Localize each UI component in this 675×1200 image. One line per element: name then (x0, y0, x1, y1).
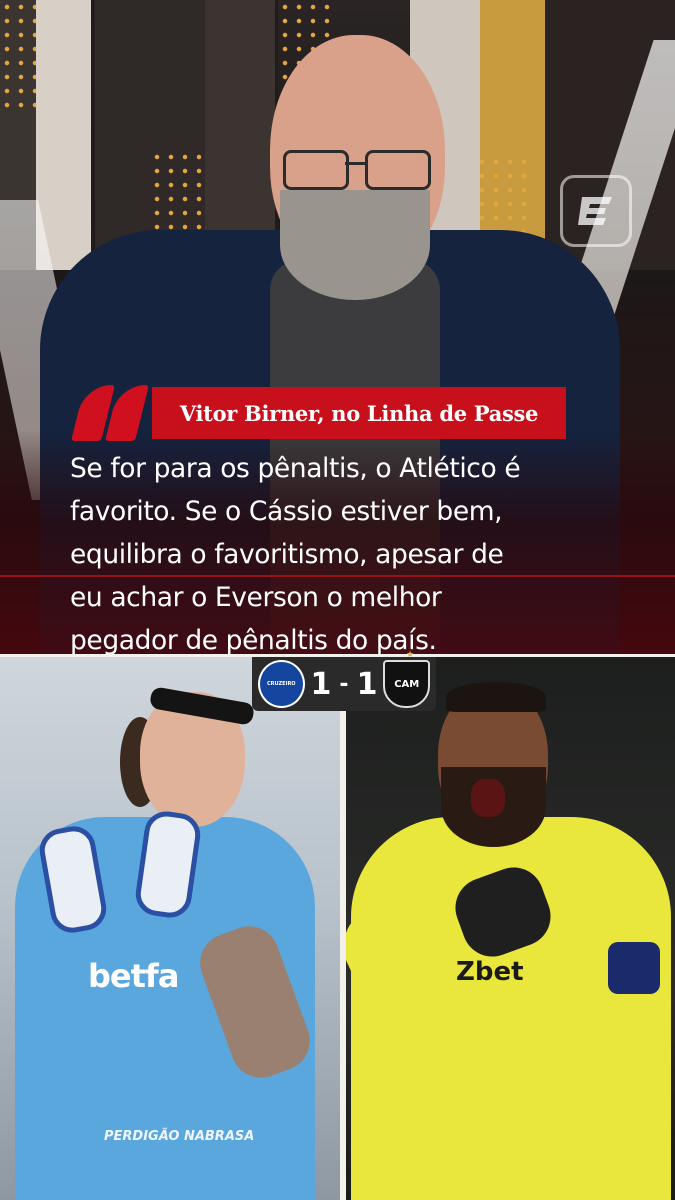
quote-mark-icon (70, 385, 149, 441)
home-score: 1 (310, 666, 332, 702)
player-arm (614, 987, 669, 1200)
post-graphic: Vitor Birner, no Linha de Passe Se for p… (0, 0, 675, 1200)
player-photo-cassio: betfa PERDIGÃO NABRASA (0, 657, 340, 1200)
jersey-sponsor: Zbet (456, 957, 524, 987)
studio-photo: Vitor Birner, no Linha de Passe Se for p… (0, 0, 675, 655)
player-hair (446, 682, 546, 712)
cruzeiro-crest-icon: CRUZEIRO (258, 660, 305, 708)
quote-line: Se for para os pênaltis, o Atlético é (70, 453, 521, 484)
captain-armband (608, 942, 660, 994)
atletico-crest-icon: CAM (383, 660, 430, 708)
jersey-sponsor-small: PERDIGÃO NABRASA (104, 1129, 255, 1144)
away-score: 1 (356, 666, 378, 702)
score-separator: - (339, 671, 349, 697)
quote-line: equilibra o favoritismo, apesar de (70, 539, 504, 570)
player-mouth (471, 779, 505, 817)
quote-line: pegador de pênaltis do país. (70, 625, 437, 655)
crest-label: CAM (394, 678, 420, 690)
espn-logo-icon (560, 175, 632, 247)
star-icon: ★ (406, 650, 415, 660)
quote-line: favorito. Se o Cássio estiver bem, (70, 496, 503, 527)
scoreboard: CRUZEIRO 1 - 1 CAM (252, 657, 436, 711)
presenter-beard (280, 190, 430, 300)
crest-label: CRUZEIRO (266, 681, 296, 687)
presenter-glasses (283, 150, 433, 190)
player-photo-everson: Zbet (346, 657, 675, 1200)
quote-source: Vitor Birner, no Linha de Passe (179, 400, 539, 426)
quote-line: eu achar o Everson o melhor (70, 582, 442, 613)
jersey-sponsor: betfa (88, 957, 179, 995)
quote-source-tag: Vitor Birner, no Linha de Passe (152, 387, 566, 439)
score: 1 - 1 (311, 667, 378, 702)
quote-text: Se for para os pênaltis, o Atlético é fa… (70, 447, 650, 655)
